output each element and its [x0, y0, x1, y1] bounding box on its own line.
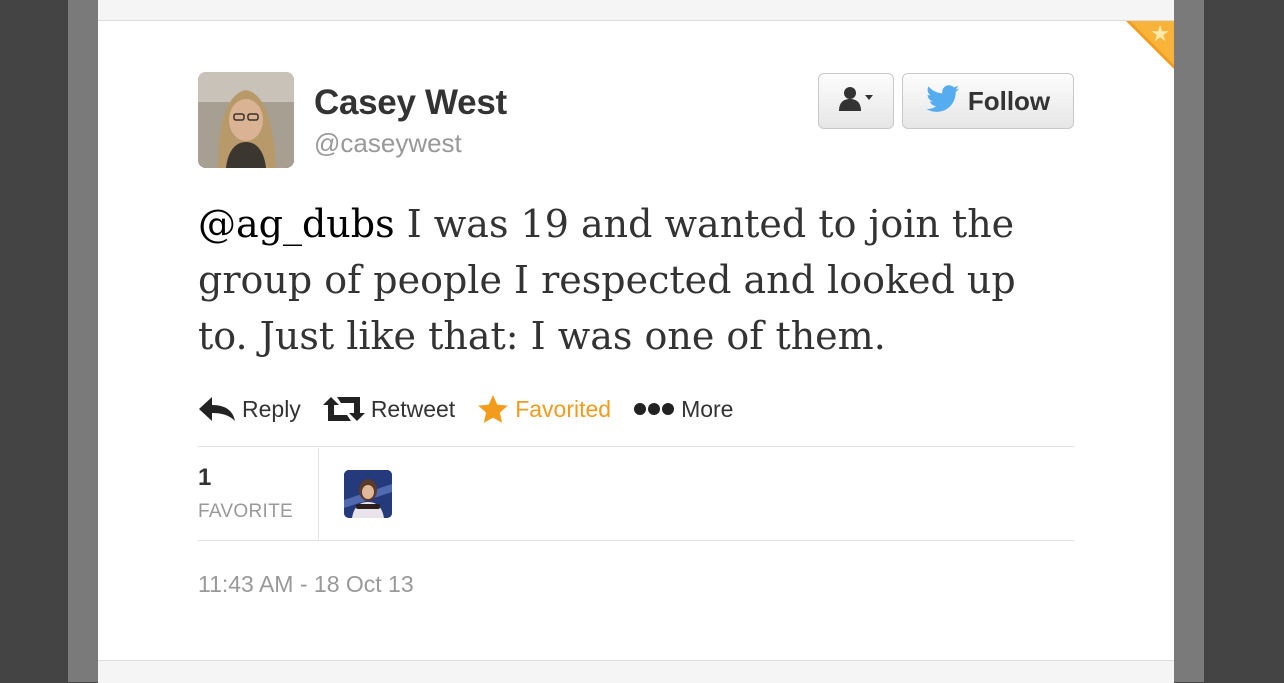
tweet-actions: Reply Retweet Favorited More: [198, 389, 755, 429]
favoriter-avatar[interactable]: [344, 470, 392, 518]
tweet-stats: 1 FAVORITE: [198, 448, 1074, 540]
follow-label: Follow: [967, 85, 1051, 116]
twitter-bird-icon: [926, 84, 960, 118]
mention-link[interactable]: @ag_dubs: [198, 202, 395, 246]
stats-separator: [318, 448, 319, 540]
retweet-icon: [322, 396, 365, 422]
tweet-text: @ag_dubs I was 19 and wanted to join the…: [198, 196, 1058, 364]
favorite-label[interactable]: FAVORITE: [198, 501, 293, 523]
author-avatar[interactable]: [198, 72, 294, 168]
retweet-action[interactable]: Retweet: [322, 395, 456, 423]
favorited-corner-badge: ★: [1126, 21, 1174, 69]
tweet-timestamp[interactable]: 11:43 AM - 18 Oct 13: [198, 571, 414, 598]
background-band-left: [68, 0, 98, 682]
follow-button[interactable]: Follow: [902, 73, 1074, 129]
favorited-label: Favorited: [515, 395, 612, 422]
retweet-label: Retweet: [370, 395, 456, 422]
tweet-card: ★ Casey West @caseywest Follow @ag_dubs …: [98, 21, 1174, 660]
favorite-action[interactable]: Favorited: [477, 394, 611, 424]
favorite-count[interactable]: 1: [198, 464, 211, 492]
star-icon: ★: [1150, 21, 1170, 46]
page-strip-top: [98, 0, 1174, 21]
background-left: [0, 0, 68, 682]
more-dots-icon: [633, 402, 675, 416]
divider-bottom: [198, 540, 1074, 541]
reply-arrow-icon: [198, 396, 236, 422]
author-name[interactable]: Casey West: [314, 83, 507, 123]
background-band-right: [1174, 0, 1204, 682]
star-icon: [477, 394, 509, 424]
reply-action[interactable]: Reply: [198, 396, 301, 423]
user-actions-button[interactable]: [818, 73, 894, 129]
user-dropdown-icon: [838, 86, 874, 117]
divider-top: [198, 446, 1074, 447]
author-handle[interactable]: @caseywest: [314, 128, 462, 159]
background-right: [1204, 0, 1284, 682]
more-label: More: [681, 395, 734, 422]
page-strip-bottom: [98, 660, 1174, 683]
reply-label: Reply: [242, 395, 301, 422]
more-action[interactable]: More: [633, 396, 733, 423]
